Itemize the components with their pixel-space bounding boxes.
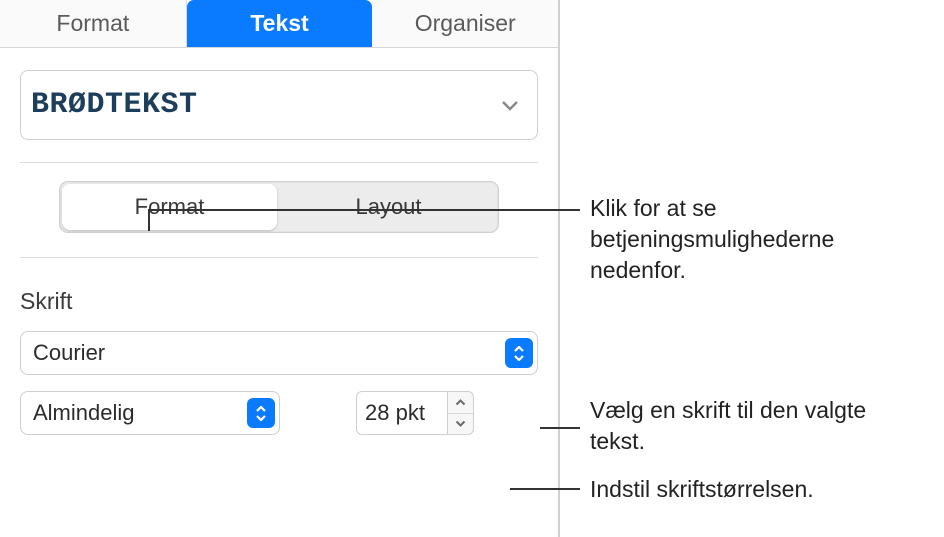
font-size-field[interactable]: 28 pkt — [356, 391, 448, 435]
font-size-step-up[interactable] — [448, 392, 473, 414]
callout-leader — [540, 427, 580, 429]
updown-icon — [505, 338, 533, 368]
updown-icon — [247, 398, 275, 428]
callout-font-size: Indstil skriftstørrelsen. — [590, 474, 920, 505]
font-size-value: 28 pkt — [365, 400, 425, 426]
font-weight-popup[interactable]: Almindelig — [20, 391, 280, 435]
font-family-value: Courier — [33, 340, 105, 366]
inspector-panel: Format Tekst Organiser BRØDTEKST Format … — [0, 0, 560, 537]
paragraph-style-picker[interactable]: BRØDTEKST — [20, 70, 538, 140]
tab-format[interactable]: Format — [0, 0, 187, 47]
tab-tekst[interactable]: Tekst — [187, 0, 373, 47]
paragraph-style-label: BRØDTEKST — [31, 88, 198, 122]
callout-leader — [510, 488, 580, 490]
sub-tab-format[interactable]: Format — [62, 184, 277, 230]
font-weight-value: Almindelig — [33, 400, 135, 426]
tab-organiser[interactable]: Organiser — [372, 0, 558, 47]
font-section-label: Skrift — [20, 288, 538, 315]
font-family-popup[interactable]: Courier — [20, 331, 538, 375]
chevron-down-icon — [499, 94, 521, 116]
font-size-control: 28 pkt — [356, 391, 474, 435]
callout-leader — [148, 209, 580, 211]
sub-tabs: Format Layout — [59, 181, 499, 233]
font-size-stepper — [448, 391, 474, 435]
sub-tab-layout[interactable]: Layout — [281, 184, 496, 230]
top-tabs: Format Tekst Organiser — [0, 0, 558, 48]
callout-subtab: Klik for at se betjeningsmulighederne ne… — [590, 193, 930, 286]
callout-leader — [148, 209, 150, 231]
font-size-step-down[interactable] — [448, 414, 473, 435]
divider — [20, 257, 538, 258]
divider — [20, 162, 538, 163]
callout-font-family: Vælg en skrift til den valgte tekst. — [590, 395, 910, 457]
